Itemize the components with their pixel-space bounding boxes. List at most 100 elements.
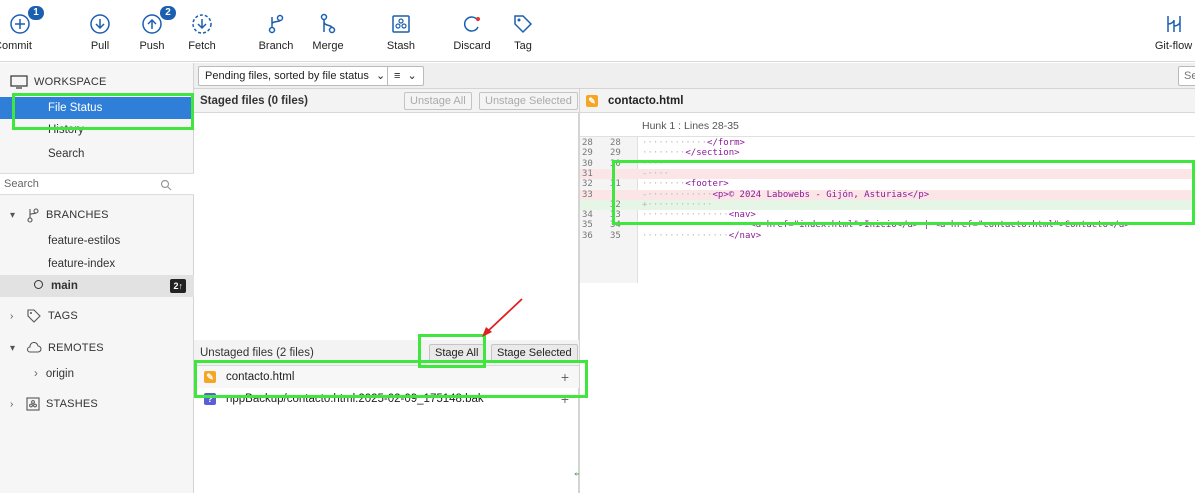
new-line-number: 35	[610, 230, 621, 241]
main-ahead-badge: 2↑	[170, 279, 186, 293]
branch-button[interactable]: Branch	[256, 0, 296, 62]
diff-panel: ✎ contacto.html Hunk 1 : Lines 28-35 28 2…	[579, 89, 1195, 493]
branch-main-label: main	[51, 280, 78, 292]
code-text: +············	[642, 199, 713, 210]
new-line-number: 33	[610, 210, 621, 221]
diff-line: 33 -············<p>© 2024 Labowebs - Gijó…	[580, 189, 1195, 200]
branch-main[interactable]: main 2↑	[0, 275, 194, 297]
tags-label: TAGS	[48, 310, 78, 322]
file-search-input[interactable]: Se	[1178, 66, 1195, 86]
old-line-number: 34	[582, 210, 593, 221]
new-line-number: 30	[610, 158, 621, 169]
discard-button[interactable]: Discard	[452, 0, 492, 62]
code-content: </section>	[685, 148, 740, 159]
old-line-number: 33	[582, 189, 593, 200]
sort-dropdown-label: Pending files, sorted by file status	[205, 70, 369, 82]
code-text: ····················<a href="index.html"…	[642, 220, 1130, 231]
diff-line: 36 35 ················</nav>	[580, 231, 1195, 241]
file-row[interactable]: ✎ contacto.html +	[194, 366, 579, 388]
old-line-number: 32	[582, 179, 593, 190]
push-button[interactable]: 2 Push	[138, 0, 176, 62]
branches-label: BRANCHES	[46, 209, 109, 221]
staged-title: Staged files (0 files)	[200, 94, 309, 107]
code-content: <p>© 2024 Labowebs - Gijón, Asturias</p>	[712, 189, 930, 200]
file-search-placeholder: Se	[1184, 70, 1195, 82]
old-line-number: 29	[582, 148, 593, 159]
stage-all-button[interactable]: Stage All	[429, 344, 485, 362]
diff-line: 34 33 ················<nav>	[580, 210, 1195, 220]
unstage-all-button[interactable]: Unstage All	[404, 92, 472, 110]
workspace-header[interactable]: WORKSPACE	[0, 69, 194, 95]
commit-label: Commit	[0, 40, 32, 52]
tag-button[interactable]: Tag	[508, 0, 538, 62]
diff-line: 29 29 ········</section>	[580, 148, 1195, 158]
tags-header[interactable]: › TAGS	[0, 303, 194, 329]
diff-line: 28 28 ············</form>	[580, 138, 1195, 148]
unstaged-title: Unstaged files (2 files)	[200, 346, 314, 359]
chevron-right-icon: ›	[10, 310, 14, 322]
modified-file-icon: ✎	[586, 94, 598, 107]
stashes-header[interactable]: › STASHES	[0, 391, 194, 417]
sort-dropdown[interactable]: Pending files, sorted by file status ⌄	[198, 66, 393, 86]
untracked-file-icon: ?	[204, 393, 216, 405]
new-line-number: 29	[610, 148, 621, 159]
new-line-number: 28	[610, 138, 621, 148]
code-content: <nav>	[728, 210, 756, 221]
sidebar-item-history[interactable]: History	[0, 119, 194, 141]
branch-label: Branch	[258, 40, 294, 52]
file-row[interactable]: ? nppBackup/contacto.html.2025-02-09_175…	[194, 388, 579, 410]
stash-icon	[26, 397, 40, 411]
stage-file-icon[interactable]: +	[561, 369, 569, 385]
unstage-selected-button[interactable]: Unstage Selected	[479, 92, 578, 110]
code-text: -············<p>© 2024 Labowebs - Gijón,…	[642, 189, 930, 200]
code-content: <a href="index.html">Inicio</a> | <a hre…	[750, 220, 1130, 231]
push-icon: 2	[140, 6, 176, 36]
chevron-right-icon: ›	[34, 368, 38, 380]
stash-label: Stash	[386, 40, 416, 52]
new-line-number: 31	[610, 179, 621, 190]
branch-feature-index[interactable]: feature-index	[0, 253, 194, 275]
staging-panel: Staged files (0 files) Unstage All Unsta…	[194, 89, 585, 493]
merge-button[interactable]: Merge	[308, 0, 348, 62]
code-text: -····	[642, 168, 670, 179]
commit-badge: 1	[28, 6, 44, 20]
sidebar-search[interactable]: Search	[0, 173, 194, 195]
sidebar-item-file-status[interactable]: File Status	[0, 97, 194, 119]
fetch-label: Fetch	[188, 40, 216, 52]
file-name: contacto.html	[226, 371, 295, 383]
stage-selected-button[interactable]: Stage Selected	[491, 344, 578, 362]
view-mode-dropdown[interactable]: ≡ ⌄	[387, 66, 424, 86]
sidebar-item-search[interactable]: Search	[0, 143, 194, 165]
remotes-header[interactable]: ▾ REMOTES	[0, 335, 194, 361]
stashes-label: STASHES	[46, 398, 98, 410]
tag-icon	[511, 12, 535, 36]
remote-origin[interactable]: › origin	[0, 363, 194, 385]
pull-button[interactable]: Pull	[86, 0, 114, 62]
old-line-number: 35	[582, 220, 593, 231]
sidebar-search-placeholder: Search	[4, 178, 39, 190]
new-line-number: 34	[610, 220, 621, 231]
diff-line: 32 31 ········<footer>	[580, 179, 1195, 189]
fetch-button[interactable]: Fetch	[186, 0, 218, 62]
stash-button[interactable]: Stash	[384, 0, 418, 62]
branches-header[interactable]: ▾ BRANCHES	[0, 202, 194, 228]
remotes-label: REMOTES	[48, 342, 104, 354]
code-content: <footer>	[685, 179, 729, 190]
commit-button[interactable]: 1 Commit	[0, 0, 44, 62]
branch-feature-estilos[interactable]: feature-estilos	[0, 230, 194, 252]
modified-file-icon: ✎	[204, 371, 216, 383]
annotation-arrow	[482, 298, 523, 337]
old-line-number: 30	[582, 158, 593, 169]
push-badge: 2	[160, 6, 176, 20]
discard-label: Discard	[453, 40, 491, 52]
gitflow-button[interactable]: Git-flow	[1152, 0, 1195, 62]
code-text: ············</form>	[642, 138, 745, 148]
diff-line: 32 +············	[580, 199, 1195, 211]
discard-icon	[460, 12, 484, 36]
diff-line: 31 -····	[580, 168, 1195, 180]
diff-line: 35 34 ····················<a href="index.h…	[580, 220, 1195, 230]
stage-file-icon[interactable]: +	[561, 391, 569, 407]
gitflow-label: Git-flow	[1154, 40, 1193, 52]
push-label: Push	[139, 40, 165, 52]
diff-line: 30 30 ····	[580, 159, 1195, 169]
